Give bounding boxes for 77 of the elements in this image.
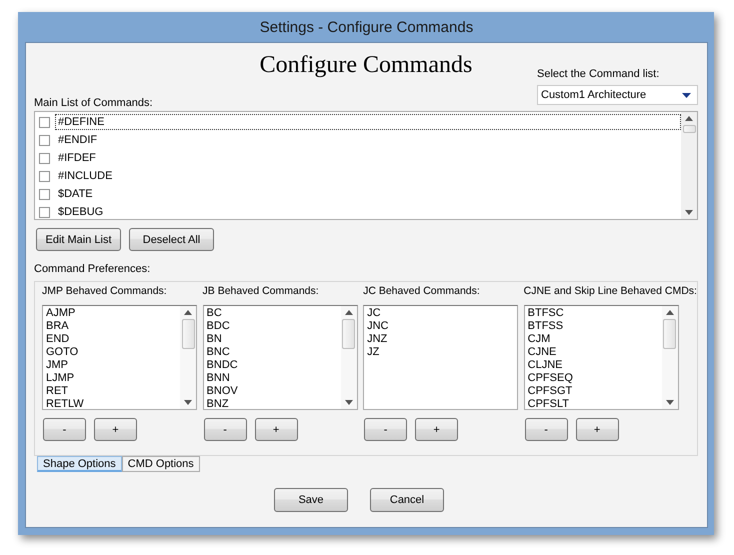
list-item[interactable]: BN	[206, 333, 338, 346]
scroll-down-icon[interactable]	[344, 400, 353, 405]
list-item[interactable]: LJMP	[46, 372, 177, 385]
command-item[interactable]: #DEFINE	[55, 114, 681, 130]
list-item[interactable]: RETLW	[46, 398, 177, 411]
list-item[interactable]: CJM	[528, 333, 659, 346]
command-item[interactable]: $DEBUG	[55, 204, 681, 220]
add-button[interactable]: +	[94, 418, 137, 441]
scroll-up-icon[interactable]	[344, 310, 353, 315]
list-item[interactable]: CPFSGT	[528, 385, 659, 398]
list-item[interactable]: BRA	[46, 320, 177, 333]
remove-button[interactable]: -	[524, 418, 568, 441]
remove-button[interactable]: -	[43, 418, 86, 441]
checkbox[interactable]	[39, 170, 50, 182]
list-item[interactable]: CPFSEQ	[528, 372, 659, 385]
list-item[interactable]: CJNE	[528, 346, 659, 359]
edit-main-list-button[interactable]: Edit Main List	[36, 228, 121, 251]
command-list-label: Select the Command list:	[537, 68, 660, 80]
command-list-dropdown[interactable]: Custom1 Architecture	[537, 85, 698, 105]
list-item[interactable]: BNZ	[206, 398, 338, 411]
preferences-label: Command Preferences:	[34, 263, 152, 275]
scrollbar-thumb[interactable]	[663, 319, 676, 349]
remove-button[interactable]: -	[364, 418, 408, 441]
list-item[interactable]: JNZ	[367, 333, 514, 346]
list-item[interactable]: BTFSC	[528, 307, 659, 320]
save-button[interactable]: Save	[274, 488, 348, 512]
list-item[interactable]: JC	[367, 307, 514, 320]
checkbox[interactable]	[39, 206, 50, 218]
remove-button[interactable]: -	[204, 418, 247, 441]
command-item[interactable]: $DATE	[55, 186, 681, 202]
window-title: Settings - Configure Commands	[260, 18, 474, 36]
list-item[interactable]: BTFSS	[528, 320, 659, 333]
list-item[interactable]: GOTO	[46, 346, 177, 359]
command-item[interactable]: #INCLUDE	[55, 168, 681, 184]
command-item[interactable]: #IFDEF	[55, 150, 681, 166]
list-item[interactable]: RET	[46, 385, 177, 398]
checkbox[interactable]	[39, 152, 50, 164]
page-heading: Configure Commands	[260, 52, 472, 80]
group-title: JC Behaved Commands:	[363, 285, 481, 299]
scroll-up-icon[interactable]	[685, 116, 693, 121]
list-item[interactable]: CPFSLT	[528, 398, 659, 411]
scrollbar-thumb[interactable]	[682, 125, 696, 133]
tab[interactable]: CMD Options	[122, 456, 200, 472]
list-item[interactable]: CLJNE	[528, 359, 659, 372]
checkbox[interactable]	[39, 188, 50, 200]
checkbox[interactable]	[39, 134, 50, 146]
list-item[interactable]: JNC	[367, 320, 514, 333]
dropdown-caret-icon	[682, 92, 691, 98]
list-item[interactable]: END	[46, 333, 177, 346]
list-item[interactable]: BDC	[206, 320, 338, 333]
scroll-down-icon[interactable]	[184, 400, 192, 405]
checkbox[interactable]	[39, 116, 50, 128]
group-title: JMP Behaved Commands:	[42, 285, 168, 299]
deselect-all-button[interactable]: Deselect All	[129, 228, 214, 251]
main-list-label: Main List of Commands:	[34, 97, 153, 109]
list-item[interactable]: BNOV	[206, 385, 338, 398]
list-item[interactable]: AJMP	[46, 307, 177, 320]
group-title: CJNE and Skip Line Behaved CMDs:	[524, 285, 697, 299]
add-button[interactable]: +	[415, 418, 458, 441]
add-button[interactable]: +	[576, 418, 619, 441]
group-title: JB Behaved Commands:	[202, 285, 320, 299]
list-item[interactable]: BC	[206, 307, 338, 320]
scroll-up-icon[interactable]	[666, 310, 674, 315]
scrollbar-thumb[interactable]	[342, 319, 356, 349]
list-item[interactable]: BNC	[206, 346, 338, 359]
list-item[interactable]: BNN	[206, 372, 338, 385]
scroll-down-icon[interactable]	[685, 210, 693, 215]
command-item[interactable]: #ENDIF	[55, 132, 681, 148]
scroll-up-icon[interactable]	[184, 310, 192, 315]
scroll-down-icon[interactable]	[666, 400, 674, 405]
scrollbar-thumb[interactable]	[182, 319, 194, 349]
list-item[interactable]: JZ	[367, 346, 514, 359]
list-item[interactable]: JMP	[46, 359, 177, 372]
add-button[interactable]: +	[254, 418, 298, 441]
cancel-button[interactable]: Cancel	[370, 488, 444, 512]
list-item[interactable]: BNDC	[206, 359, 338, 372]
tab[interactable]: Shape Options	[37, 456, 122, 472]
